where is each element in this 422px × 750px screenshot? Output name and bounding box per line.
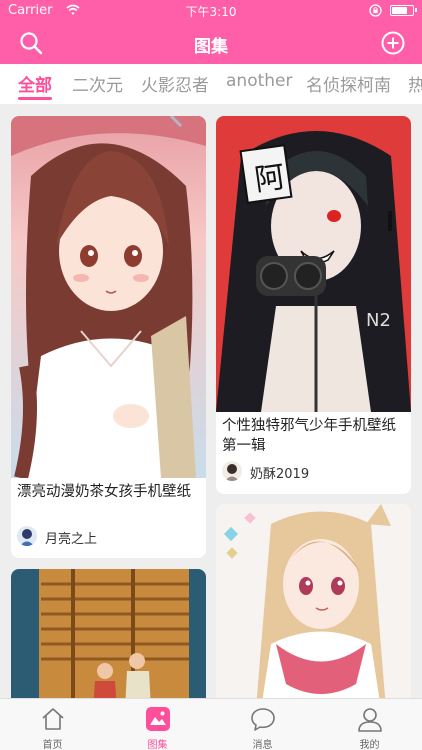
orientation-lock-icon [369,4,382,17]
battery-level [392,7,408,14]
tab-messages-label: 消息 [252,740,273,750]
gallery-card[interactable] [216,504,411,709]
clock: 下午3:10 [185,5,237,19]
gallery-card[interactable]: 阿 N2 个性独特邪气少年手机壁纸 第一辑 奶酥2019 [216,116,411,494]
tab-hot[interactable]: 热 [408,71,422,96]
street-illustration [11,569,206,709]
tab-messages[interactable]: 消息 [210,699,315,750]
status-bar: Carrier 下午3:10 [0,0,422,22]
tab-anime[interactable]: 二次元 [72,71,123,96]
tab-gallery-label: 图集 [147,740,168,750]
anime-girl-illustration [11,116,206,478]
author-name[interactable]: 月亮之上 [45,528,97,547]
kanji-sign: 阿 [252,160,287,199]
jacket-print: N2 [366,310,391,331]
tab-all[interactable]: 全部 [18,71,52,96]
card-image[interactable] [11,569,206,709]
author-avatar-image [222,461,242,481]
tab-home-label: 首页 [42,740,63,750]
category-tabs: 全部 二次元 火影忍者 another 名侦探柯南 热 [0,64,422,104]
card-image[interactable] [11,116,206,478]
card-image[interactable]: 阿 N2 [216,116,411,412]
tab-detective-conan[interactable]: 名侦探柯南 [306,71,391,96]
tab-home[interactable]: 首页 [0,699,105,750]
page-title: 图集 [194,37,228,57]
gallery-icon [146,707,170,731]
home-icon [42,708,64,730]
bottom-tab-bar: 首页 图集 消息 我的 [0,698,422,750]
profile-icon [358,708,382,732]
author-avatar-image [17,526,37,546]
nav-bar: 图集 [0,22,422,64]
author-name[interactable]: 奶酥2019 [250,463,309,482]
card-image[interactable] [216,504,411,709]
tab-naruto[interactable]: 火影忍者 [141,71,209,96]
tab-profile-label: 我的 [359,740,380,750]
anime-boy-illustration: 阿 N2 [216,116,411,412]
active-tab-indicator [18,97,52,100]
blonde-girl-illustration [216,504,411,709]
author-avatar[interactable] [17,526,37,546]
card-title[interactable]: 个性独特邪气少年手机壁纸 第一辑 [222,416,405,456]
tab-gallery[interactable]: 图集 [105,699,210,750]
add-icon[interactable] [380,30,406,56]
message-icon [251,708,275,731]
author-avatar[interactable] [222,461,242,481]
tab-profile[interactable]: 我的 [317,699,422,750]
gallery-card[interactable]: 漂亮动漫奶茶女孩手机壁纸 月亮之上 [11,116,206,558]
tab-another[interactable]: another [226,71,292,91]
gallery-card[interactable] [11,569,206,709]
battery-icon [390,5,417,16]
card-title[interactable]: 漂亮动漫奶茶女孩手机壁纸 [17,482,200,502]
